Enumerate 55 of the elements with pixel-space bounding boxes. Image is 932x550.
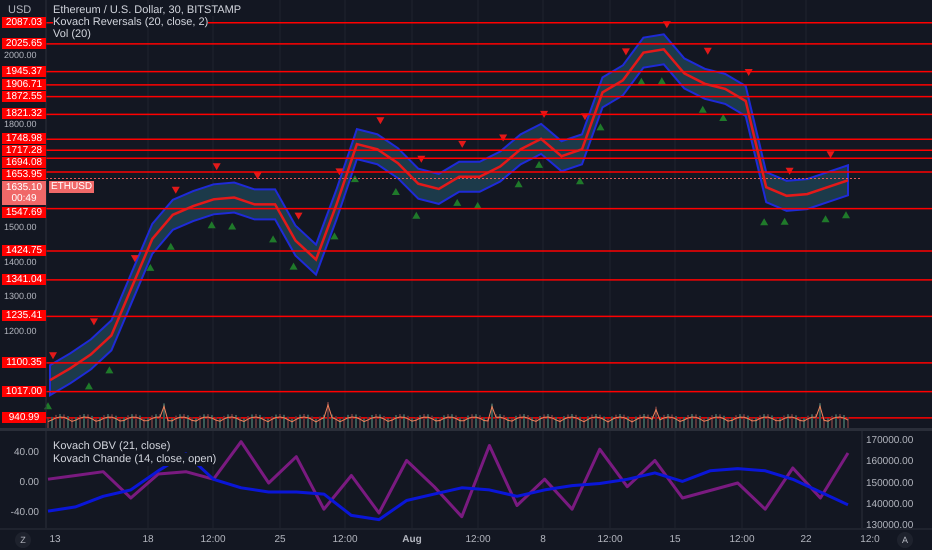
price-level-tag: 1341.04 (2, 274, 46, 285)
price-level-tag: 1945.37 (2, 66, 46, 77)
time-tick: 18 (142, 535, 154, 545)
price-level-tag: 1872.55 (2, 90, 46, 102)
price-level-tag: 1906.71 (2, 78, 46, 90)
legend-text: Kovach Chande (14, close, open) (53, 453, 216, 466)
legend-text: Vol (20) (53, 28, 91, 40)
price-level-tag: 940.99 (2, 412, 46, 423)
price-level-tag: 1653.95 (2, 169, 46, 180)
price-tick: 1200.00 (4, 326, 37, 336)
time-tick: 12:00 (729, 535, 755, 545)
oscillator-tick: 40.00 (14, 448, 39, 458)
time-tick: 12:00 (200, 535, 226, 545)
oscillator-tick: 0.00 (20, 478, 39, 488)
auto-scale-button[interactable]: A (897, 532, 913, 548)
price-tick: 1500.00 (4, 223, 37, 232)
price-level-tag: 1017.00 (2, 386, 46, 397)
obv-tick: 140000.00 (866, 500, 914, 510)
obv-tick: 170000.00 (866, 436, 914, 446)
time-tick: Aug (402, 535, 422, 545)
time-tick: 12:00 (465, 535, 491, 545)
price-tick: 2000.00 (4, 50, 37, 60)
price-level-tag: 1235.41 (2, 310, 46, 322)
price-level-tag: 2025.65 (2, 38, 46, 49)
price-level-tag: 1694.08 (2, 157, 46, 168)
price-level-tag: 1821.32 (2, 108, 46, 120)
price-level-tag: 1100.35 (2, 356, 46, 368)
time-tick: 8 (540, 535, 546, 545)
price-level-tag: 1547.69 (2, 207, 46, 218)
time-tick: 15 (669, 535, 681, 545)
price-level-tag: 2087.03 (2, 16, 46, 28)
legend-text: Kovach Reversals (20, close, 2) (53, 16, 208, 28)
time-tick: 12:0 (860, 535, 880, 545)
price-tick: 1800.00 (4, 120, 37, 129)
time-tick: 25 (274, 535, 286, 545)
last-price: 1635.10 (4, 182, 44, 194)
obv-tick: 130000.00 (866, 521, 914, 531)
symbol-tag: ETHUSD (49, 181, 94, 194)
time-tick: 22 (800, 535, 812, 545)
time-tick: 12:00 (597, 535, 623, 545)
zoom-button[interactable]: Z (15, 532, 31, 548)
obv-tick: 160000.00 (866, 457, 914, 468)
price-tick: 1300.00 (4, 292, 37, 302)
bar-countdown: 00:49 (10, 193, 38, 204)
time-tick: 12:00 (332, 535, 358, 545)
legend-text: Kovach OBV (21, close) (53, 440, 170, 453)
price-level-tag: 1717.28 (2, 145, 46, 156)
time-tick: 13 (49, 535, 61, 545)
price-tick: 1400.00 (4, 258, 37, 267)
price-level-tag: 1748.98 (2, 133, 46, 144)
price-level-tag: 1424.75 (2, 245, 46, 256)
currency-label: USD (8, 3, 32, 18)
legend-text: Ethereum / U.S. Dollar, 30, BITSTAMP (53, 4, 242, 16)
obv-tick: 150000.00 (866, 478, 914, 488)
oscillator-tick: -40.00 (10, 508, 39, 518)
